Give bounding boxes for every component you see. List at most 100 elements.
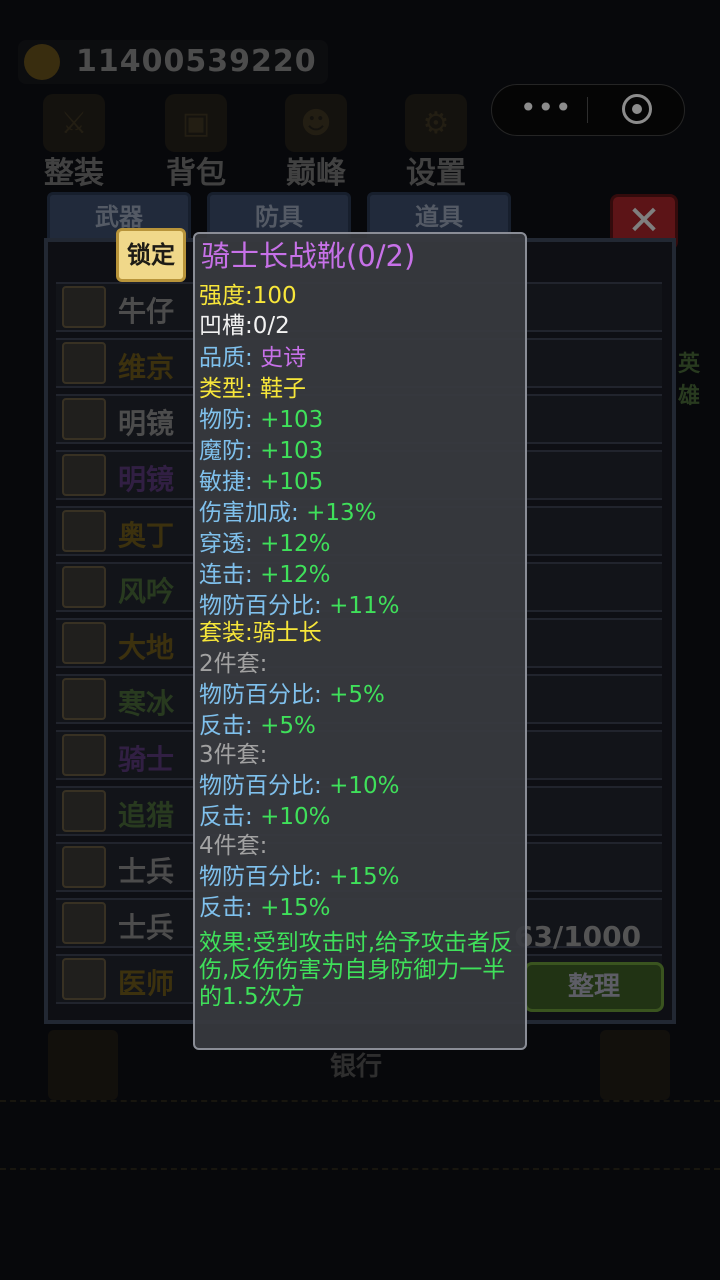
item-name: 明镜 <box>118 407 175 440</box>
set-name: 套装:骑士长 <box>199 620 322 646</box>
item-name: 大地 <box>118 631 175 664</box>
stat-line: 穿透: +12% <box>199 530 330 559</box>
item-icon <box>62 622 106 664</box>
item-name: 牛仔 <box>118 295 175 328</box>
ornament-border <box>0 1168 720 1182</box>
item-tooltip: 骑士长战靴(0/2) 强度:100 凹槽:0/2 品质: 史诗 类型: 鞋子 物… <box>193 232 527 1050</box>
set-bonus-line: 物防百分比: +5% <box>199 681 385 710</box>
item-name: 寒冰 <box>118 687 175 720</box>
nav-peak-label: 巅峰 <box>286 156 346 191</box>
item-name: 医师 <box>118 967 175 1000</box>
pillar-right <box>600 1030 670 1100</box>
stat-value: +103 <box>260 438 324 464</box>
stat-value: +103 <box>260 407 324 433</box>
pillar-left <box>48 1030 118 1100</box>
nav-armor-label: 整装 <box>44 156 104 191</box>
set-effect-text: 效果:受到攻击时,给予攻击者反伤,反伤伤害为自身防御力一半的1.5次方 <box>199 930 514 1010</box>
stat-label: 物防: <box>199 407 253 433</box>
nav-backpack[interactable]: ▣ 背包 <box>146 94 246 191</box>
capsule-divider <box>587 97 588 123</box>
stat-line: 伤害加成: +13% <box>199 499 376 528</box>
tooltip-quality: 品质: 史诗 <box>199 344 306 373</box>
stat-value: +105 <box>260 469 324 495</box>
bonus-label: 物防百分比: <box>199 773 322 799</box>
nav-backpack-label: 背包 <box>166 156 226 191</box>
set-bonus-line: 物防百分比: +10% <box>199 772 399 801</box>
item-name: 风吟 <box>118 575 175 608</box>
nav-settings[interactable]: ⚙ 设置 <box>386 94 486 191</box>
stat-value: +11% <box>329 593 400 619</box>
settings-icon: ⚙ <box>405 94 467 152</box>
item-name: 追猎 <box>118 799 175 832</box>
item-name: 骑士 <box>118 743 175 776</box>
item-icon <box>62 286 106 328</box>
bonus-value: +10% <box>329 773 400 799</box>
sort-button[interactable]: 整理 <box>524 962 664 1012</box>
item-name: 士兵 <box>118 911 175 944</box>
nav-settings-label: 设置 <box>406 156 466 191</box>
more-dots-icon[interactable]: ••• <box>520 94 572 125</box>
bonus-value: +15% <box>329 864 400 890</box>
item-name: 奥丁 <box>118 519 175 552</box>
item-icon <box>62 958 106 1000</box>
item-name: 明镜 <box>118 463 175 496</box>
stat-value: +13% <box>306 500 377 526</box>
stat-label: 敏捷: <box>199 469 253 495</box>
stat-label: 连击: <box>199 562 253 588</box>
ornament-border <box>0 1100 720 1114</box>
bonus-value: +10% <box>260 804 331 830</box>
item-icon <box>62 678 106 720</box>
item-icon <box>62 902 106 944</box>
stat-line: 连击: +12% <box>199 561 330 590</box>
stat-label: 物防百分比: <box>199 593 322 619</box>
bonus-label: 反击: <box>199 713 253 739</box>
target-icon[interactable] <box>622 94 652 124</box>
set-bonus-line: 反击: +5% <box>199 712 316 741</box>
stat-line: 魔防: +103 <box>199 437 323 466</box>
peak-icon: ☻ <box>285 94 347 152</box>
item-icon <box>62 342 106 384</box>
stat-value: +12% <box>260 562 331 588</box>
side-hero-label: 英雄 <box>678 352 701 409</box>
backpack-icon: ▣ <box>165 94 227 152</box>
bonus-label: 物防百分比: <box>199 682 322 708</box>
stat-label: 穿透: <box>199 531 253 557</box>
item-name: 维京 <box>118 351 175 384</box>
bonus-label: 反击: <box>199 804 253 830</box>
quality-label: 品质: <box>199 345 253 371</box>
stat-value: +12% <box>260 531 331 557</box>
bank-label[interactable]: 银行 <box>330 1046 382 1083</box>
bonus-label: 物防百分比: <box>199 864 322 890</box>
item-icon <box>62 454 106 496</box>
stat-line: 物防: +103 <box>199 406 323 435</box>
stat-label: 伤害加成: <box>199 500 299 526</box>
gold-amount: 11400539220 <box>76 44 317 79</box>
stat-line: 敏捷: +105 <box>199 468 323 497</box>
item-icon <box>62 398 106 440</box>
item-icon <box>62 734 106 776</box>
set-bonus-line: 物防百分比: +15% <box>199 863 399 892</box>
bonus-value: +5% <box>329 682 385 708</box>
set-bonus-line: 反击: +10% <box>199 803 330 832</box>
bonus-value: +5% <box>260 713 316 739</box>
tooltip-title: 骑士长战靴(0/2) <box>201 239 416 273</box>
tooltip-strength: 强度:100 <box>199 283 297 309</box>
set-tier-header: 3件套: <box>199 742 268 768</box>
bonus-value: +15% <box>260 895 331 921</box>
tooltip-slots: 凹槽:0/2 <box>199 313 290 339</box>
nav-peak[interactable]: ☻ 巅峰 <box>266 94 366 191</box>
stat-line: 物防百分比: +11% <box>199 592 399 621</box>
capacity-count: 63/1000 <box>514 920 642 953</box>
bonus-label: 反击: <box>199 895 253 921</box>
armor-icon: ⚔ <box>43 94 105 152</box>
quality-value: 史诗 <box>260 345 307 371</box>
mini-program-capsule: ••• <box>491 84 685 136</box>
item-icon <box>62 510 106 552</box>
set-tier-header: 4件套: <box>199 833 268 859</box>
item-icon <box>62 566 106 608</box>
lock-button[interactable]: 锁定 <box>116 228 186 282</box>
set-tier-header: 2件套: <box>199 651 268 677</box>
item-name: 士兵 <box>118 855 175 888</box>
nav-armor[interactable]: ⚔ 整装 <box>24 94 124 191</box>
gold-coin-icon <box>24 44 60 80</box>
